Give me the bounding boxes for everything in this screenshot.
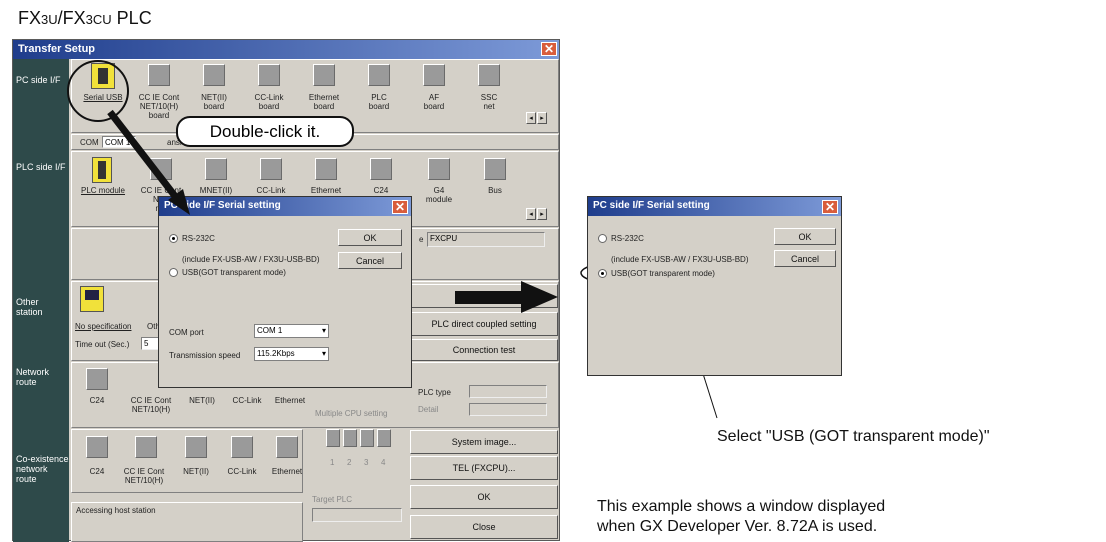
serial-setting-dialog-right: PC side I/F Serial setting ✕ RS-232C (in… [587,196,842,376]
serial-dialog-right-close-icon[interactable]: ✕ [822,200,838,214]
version-note-line1: This example shows a window displayed [597,498,886,515]
serial-usb-highlight-circle [67,60,129,122]
serial-right-ok-button[interactable]: OK [774,228,836,245]
rs232-radio-right[interactable] [598,234,607,243]
annotation-overlay [67,60,742,419]
right-arrow-shaft [455,291,525,304]
pointer-arrow-shaft [107,109,181,203]
serial-right-cancel-button[interactable]: Cancel [774,250,836,267]
include-note-right: (include FX-USB-AW / FX3U-USB-BD) [611,255,749,264]
rs232-label-right: RS-232C [611,234,644,243]
right-arrow-head [521,281,558,313]
serial-dialog-right-titlebar: PC side I/F Serial setting [588,197,841,216]
usb-radio-right[interactable] [598,269,607,278]
select-usb-note: Select "USB (GOT transparent mode)" [717,428,990,445]
version-note-line2: when GX Developer Ver. 8.72A is used. [597,518,878,535]
usb-label-right: USB(GOT transparent mode) [611,269,715,278]
